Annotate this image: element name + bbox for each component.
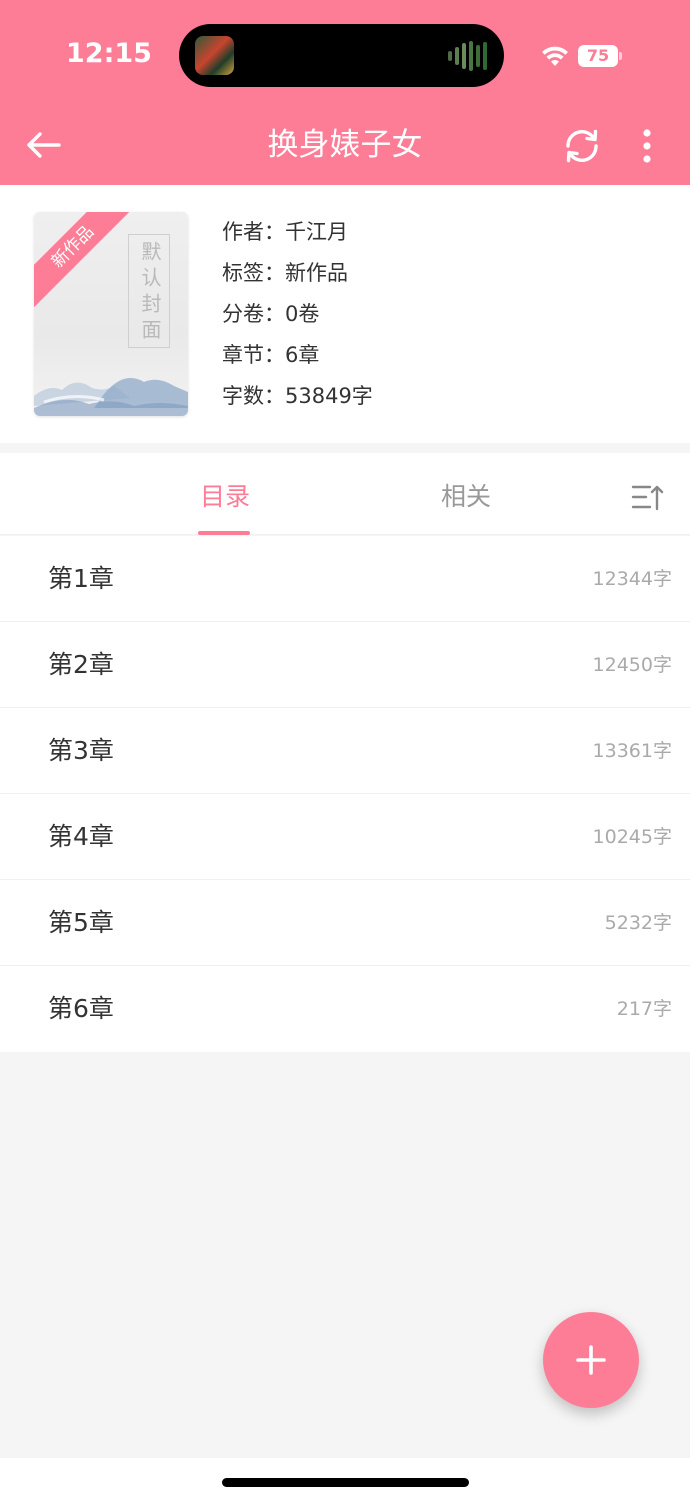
chapter-word-count: 10245字 — [592, 826, 672, 848]
cover-title: 默认封面 — [138, 241, 162, 345]
status-bar: 12:15 75 — [0, 0, 690, 110]
audio-waveform-icon — [448, 40, 488, 72]
chapter-list: 第1章 12344字 第2章 12450字 第3章 13361字 第4章 102… — [0, 536, 690, 1052]
chapter-title: 第6章 — [48, 994, 114, 1023]
book-cover[interactable]: 默认封面 新作品 — [34, 212, 188, 416]
tab-related[interactable]: 相关 — [441, 477, 491, 517]
refresh-icon[interactable] — [560, 124, 604, 168]
meta-label: 字数： — [222, 384, 285, 408]
meta-value: 6章 — [285, 343, 320, 367]
book-meta: 作者： 千江月 标签： 新作品 分卷： 0卷 章节： 6章 字数： 53849字 — [222, 215, 373, 420]
battery-icon: 75 — [578, 45, 622, 67]
meta-value: 0卷 — [285, 302, 320, 326]
meta-author: 作者： 千江月 — [222, 215, 373, 256]
page-title: 换身婊子女 — [267, 127, 423, 163]
add-chapter-button[interactable] — [543, 1312, 639, 1408]
chapter-word-count: 13361字 — [592, 740, 672, 762]
chapter-title: 第3章 — [48, 736, 114, 765]
cover-title-frame: 默认封面 — [128, 234, 170, 348]
meta-label: 章节： — [222, 343, 285, 367]
now-playing-artwork — [195, 36, 234, 75]
chapter-row[interactable]: 第3章 13361字 — [0, 708, 690, 794]
battery-level: 75 — [586, 46, 610, 65]
chapter-title: 第4章 — [48, 822, 114, 851]
more-vertical-icon[interactable] — [632, 124, 662, 168]
chapter-row[interactable]: 第2章 12450字 — [0, 622, 690, 708]
tab-bar: 目录 相关 — [0, 453, 690, 535]
chapter-row[interactable]: 第4章 10245字 — [0, 794, 690, 880]
meta-chapters: 章节： 6章 — [222, 338, 373, 379]
meta-volumes: 分卷： 0卷 — [222, 297, 373, 338]
plus-icon — [576, 1345, 606, 1375]
chapter-title: 第2章 — [48, 650, 114, 679]
arrow-left-icon[interactable] — [22, 124, 64, 166]
meta-word-count: 字数： 53849字 — [222, 379, 373, 420]
meta-tags: 标签： 新作品 — [222, 256, 373, 297]
chapter-row[interactable]: 第1章 12344字 — [0, 536, 690, 622]
status-time: 12:15 — [66, 38, 152, 69]
dynamic-island[interactable] — [179, 24, 504, 87]
wifi-icon — [542, 46, 568, 66]
chapter-title: 第5章 — [48, 908, 114, 937]
meta-label: 标签： — [222, 261, 285, 285]
book-info-panel: 默认封面 新作品 作者： 千江月 标签： 新作品 分卷： 0卷 章节： 6章 字… — [0, 185, 690, 443]
meta-value: 千江月 — [285, 220, 348, 244]
tab-table-of-contents[interactable]: 目录 — [200, 477, 250, 517]
meta-label: 作者： — [222, 220, 285, 244]
meta-value: 新作品 — [285, 261, 348, 285]
sort-icon[interactable] — [630, 481, 664, 515]
active-tab-indicator — [198, 531, 250, 535]
app-header: 12:15 75 换身婊子女 — [0, 0, 690, 185]
mountain-illustration — [34, 378, 188, 416]
chapter-word-count: 12450字 — [592, 654, 672, 676]
meta-label: 分卷： — [222, 302, 285, 326]
chapter-row[interactable]: 第5章 5232字 — [0, 880, 690, 966]
chapter-row[interactable]: 第6章 217字 — [0, 966, 690, 1052]
home-indicator[interactable] — [222, 1478, 469, 1487]
meta-value: 53849字 — [285, 384, 373, 408]
bottom-safe-area — [0, 1458, 690, 1500]
chapter-word-count: 217字 — [616, 998, 672, 1020]
chapter-word-count: 5232字 — [604, 912, 672, 934]
chapter-title: 第1章 — [48, 564, 114, 593]
chapter-word-count: 12344字 — [592, 568, 672, 590]
